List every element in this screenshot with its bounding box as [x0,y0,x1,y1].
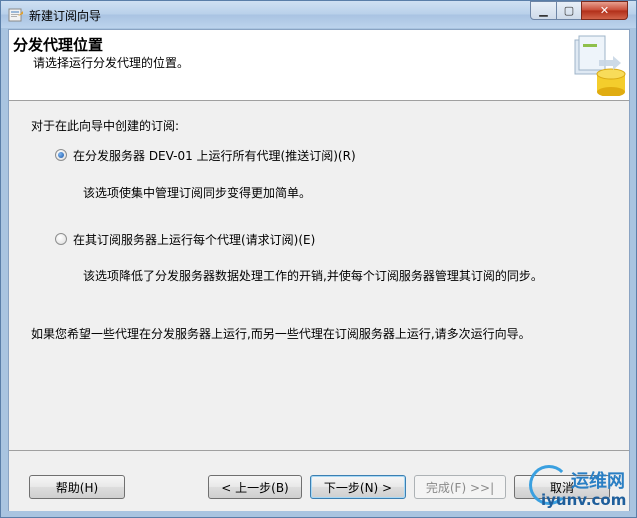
radio-pull-subscription[interactable] [55,233,67,245]
wizard-note: 如果您希望一些代理在分发服务器上运行,而另一些代理在订阅服务器上运行,请多次运行… [31,327,531,341]
option-pull-label[interactable]: 在其订阅服务器上运行每个代理(请求订阅)(E) [73,231,315,248]
watermark-text-2: iyunv.com [541,491,627,509]
watermark-text-1: 运维网 [571,471,625,492]
maximize-button[interactable]: ▢ [556,1,582,20]
site-watermark: 运维网 iyunv.com [529,465,637,515]
wizard-body: 对于在此向导中创建的订阅: 在分发服务器 DEV-01 上运行所有代理(推送订阅… [9,101,629,450]
close-button[interactable]: ✕ [581,1,628,20]
maximize-icon: ▢ [563,4,575,17]
minimize-icon: ▁ [539,4,548,17]
page-subtitle: 请选择运行分发代理的位置。 [33,56,190,70]
question-label: 对于在此向导中创建的订阅: [31,119,180,133]
option-push-label[interactable]: 在分发服务器 DEV-01 上运行所有代理(推送订阅)(R) [73,147,356,164]
next-button[interactable]: 下一步(N) > [310,475,406,499]
close-icon: ✕ [599,4,610,17]
title-bar[interactable]: 新建订阅向导 ▁ ▢ ✕ [1,1,636,28]
back-button[interactable]: < 上一步(B) [208,475,302,499]
minimize-button[interactable]: ▁ [530,1,557,20]
option-push-description: 该选项使集中管理订阅同步变得更加简单。 [83,186,312,200]
window-title: 新建订阅向导 [29,9,102,23]
wizard-window: 新建订阅向导 ▁ ▢ ✕ 分发代理位置 请选择运行分发代理的位置。 对于在此向导… [0,0,637,518]
help-button[interactable]: 帮助(H) [29,475,125,499]
wizard-header: 分发代理位置 请选择运行分发代理的位置。 [9,30,629,101]
wizard-app-icon [8,8,23,22]
page-title: 分发代理位置 [13,36,104,54]
option-pull-description: 该选项降低了分发服务器数据处理工作的开销,并使每个订阅服务器管理其订阅的同步。 [83,269,543,283]
finish-button: 完成(F) >>| [414,475,506,499]
wizard-client-area: 分发代理位置 请选择运行分发代理的位置。 对于在此向导中创建的订阅: 在分发服务… [8,29,630,511]
wizard-banner-icon [574,35,626,96]
radio-push-subscription[interactable] [55,149,67,161]
